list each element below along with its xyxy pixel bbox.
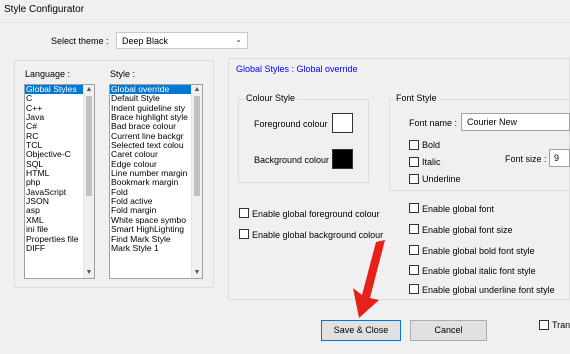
style-list-item[interactable]: Mark Style 1	[110, 243, 202, 253]
underline-label: Underline	[422, 174, 461, 184]
select-theme-label: Select theme :	[51, 36, 109, 46]
enable-global-font-size-checkbox[interactable]	[409, 224, 419, 234]
bold-checkbox[interactable]	[409, 140, 419, 150]
enable-global-italic-checkbox[interactable]	[409, 265, 419, 275]
enable-global-underline-label: Enable global underline font style	[422, 285, 555, 295]
font-name-value: Courier New	[467, 117, 518, 127]
annotation-arrow-icon	[353, 240, 385, 318]
underline-checkbox[interactable]	[409, 174, 419, 184]
scroll-up-icon[interactable]: ▲	[192, 85, 202, 95]
chevron-down-icon: ⌄	[235, 35, 242, 44]
foreground-colour-swatch[interactable]	[332, 113, 353, 133]
cancel-button[interactable]: Cancel	[410, 320, 487, 341]
font-size-select[interactable]: 9	[549, 149, 570, 167]
style-list-scrollbar[interactable]: ▲ ▼	[191, 85, 202, 278]
enable-global-foreground-label: Enable global foreground colour	[252, 209, 380, 219]
enable-global-font-label: Enable global font	[422, 204, 495, 214]
enable-global-font-checkbox[interactable]	[409, 203, 419, 213]
foreground-colour-label: Foreground colour	[254, 119, 328, 129]
scroll-down-icon[interactable]: ▼	[192, 268, 202, 278]
enable-global-underline-checkbox[interactable]	[409, 284, 419, 294]
colour-style-label: Colour Style	[244, 93, 298, 103]
enable-global-foreground-checkbox[interactable]	[239, 208, 249, 218]
scrollbar-thumb[interactable]	[86, 96, 92, 196]
transparency-label: Trans	[552, 320, 570, 330]
bold-label: Bold	[422, 140, 441, 150]
theme-select[interactable]: Deep Black ⌄	[116, 32, 248, 49]
language-label: Language :	[25, 69, 71, 79]
window-title: Style Configurator	[4, 4, 85, 15]
language-list[interactable]: Global Styles C C++ Java C# RC TCL Objective-C S…	[24, 84, 95, 279]
italic-checkbox[interactable]	[409, 157, 419, 167]
panel-title: Global Styles : Global override	[236, 64, 358, 74]
font-name-label: Font name :	[409, 118, 458, 128]
enable-global-bold-label: Enable global bold font style	[422, 246, 535, 256]
colour-style-group	[238, 99, 369, 183]
font-style-label: Font Style	[394, 93, 439, 103]
transparency-checkbox[interactable]	[539, 320, 549, 330]
theme-select-value: Deep Black	[122, 36, 169, 46]
title-divider	[0, 22, 570, 23]
font-name-select[interactable]: Courier New	[461, 113, 570, 131]
style-label: Style :	[110, 69, 136, 79]
enable-global-italic-label: Enable global italic font style	[422, 266, 536, 276]
background-colour-label: Background colour	[254, 155, 330, 165]
font-size-value: 9	[554, 153, 560, 163]
enable-global-font-size-label: Enable global font size	[422, 225, 513, 235]
enable-global-background-checkbox[interactable]	[239, 229, 249, 239]
scrollbar-thumb[interactable]	[194, 96, 200, 196]
italic-label: Italic	[422, 157, 441, 167]
scroll-down-icon[interactable]: ▼	[84, 268, 94, 278]
language-list-scrollbar[interactable]: ▲ ▼	[83, 85, 94, 278]
style-list[interactable]: Global override Default Style Indent guide…	[109, 84, 203, 279]
font-size-label: Font size :	[505, 154, 547, 164]
enable-global-bold-checkbox[interactable]	[409, 245, 419, 255]
background-colour-swatch[interactable]	[332, 149, 353, 169]
scroll-up-icon[interactable]: ▲	[84, 85, 94, 95]
